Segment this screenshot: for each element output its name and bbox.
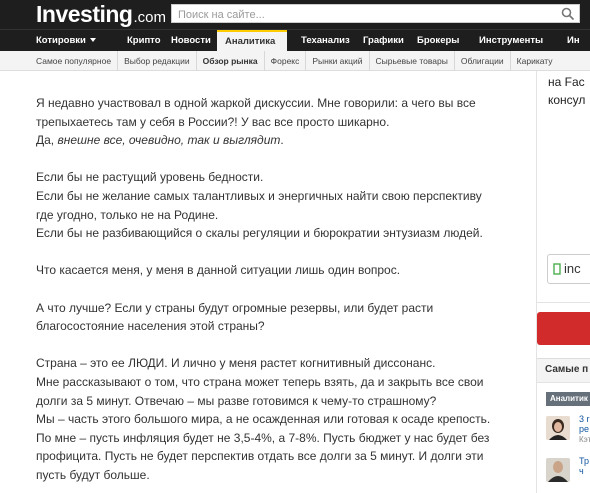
- nav-item-label: Крипто: [127, 35, 161, 46]
- sidebar-red-button[interactable]: [537, 312, 590, 345]
- nav-item-3[interactable]: Новости: [161, 30, 217, 52]
- nav-item-4[interactable]: Аналитика: [217, 30, 287, 52]
- sub-nav: Самое популярное Выбор редакции Обзор рынк…: [0, 51, 590, 71]
- item-author: Кэт: [579, 435, 590, 444]
- article-line: Страна – это ее ЛЮДИ. И лично у меня рас…: [36, 356, 436, 371]
- line-italic: внешне все, очевидно, так и выглядит: [57, 133, 281, 148]
- main-nav: Котировки Крипто Новости Аналитика Теханализ…: [0, 29, 590, 52]
- avatar: [546, 458, 570, 482]
- article-line: профицита. Пусть не будет перспектив отд…: [36, 449, 484, 464]
- article-line: А что лучше? Если у страны будут огромны…: [36, 300, 434, 315]
- nav-item-label: Котировки: [36, 35, 86, 46]
- subnav-item-3[interactable]: Обзор рынка: [197, 51, 265, 71]
- search-box: [171, 4, 580, 24]
- article-line: Если бы не разбивающийся о скалы регуляц…: [36, 226, 483, 241]
- nav-item-2[interactable]: Крипто: [113, 30, 161, 52]
- list-item[interactable]: Тр ч: [546, 456, 590, 486]
- subnav-item-4[interactable]: Форекс: [265, 51, 307, 71]
- article-line: Если бы не желание самых талантливых и э…: [36, 188, 482, 203]
- panel-header: Самые п: [537, 359, 590, 383]
- nav-item-1[interactable]: Котировки: [36, 30, 113, 52]
- subnav-item-2[interactable]: Выбор редакции: [118, 51, 197, 71]
- nav-item-7[interactable]: Брокеры: [405, 30, 469, 52]
- sidebar-teaser-line-2[interactable]: консул: [548, 93, 585, 107]
- nav-item-5[interactable]: Теханализ: [287, 30, 351, 52]
- article-paragraph: Я недавно участвовал в одной жаркой диск…: [36, 94, 526, 150]
- avatar: [546, 416, 570, 440]
- bookmark-icon: [553, 263, 561, 275]
- nav-item-6[interactable]: Графики: [351, 30, 405, 52]
- article-body: Я недавно участвовал в одной жаркой диск…: [36, 94, 526, 493]
- item-title-line-2: ре: [579, 424, 590, 434]
- nav-item-8[interactable]: Инструменты: [469, 30, 557, 52]
- article-line: Если бы не растущий уровень бедности.: [36, 170, 264, 185]
- item-title-line-2: ч: [579, 466, 584, 476]
- nav-item-label: Аналитика: [225, 36, 276, 47]
- subnav-item-5[interactable]: Рынки акций: [306, 51, 370, 71]
- subnav-item-7[interactable]: Облигации: [455, 51, 511, 71]
- nav-item-label: Графики: [363, 35, 404, 46]
- nav-item-label: Ин: [567, 35, 580, 46]
- logo-brand: Investing: [36, 1, 133, 27]
- top-header: Investing .com: [0, 0, 590, 29]
- right-sidebar: на Fac консул inc Самые п Аналитик 3 r р…: [536, 71, 590, 493]
- subnav-item-1[interactable]: Самое популярное: [30, 51, 119, 71]
- panel-tab-analytics[interactable]: Аналитик: [546, 392, 590, 406]
- nav-item-label: Новости: [171, 35, 211, 46]
- article-line: благосостояние населения этой страны?: [36, 319, 265, 334]
- article-line: пусть будут больше.: [36, 467, 150, 482]
- article-line: По мне – пусть инфляция будет не 3,5-4%,…: [36, 430, 490, 445]
- item-title-line-1: Тр: [579, 456, 589, 466]
- nav-item-label: Инструменты: [479, 35, 544, 46]
- article-line: Мне рассказывают о том, что страна может…: [36, 374, 484, 389]
- panel-title: Самые п: [545, 364, 589, 375]
- article-line: Мы – часть этого большого мира, а не оса…: [36, 412, 491, 427]
- article-line: Я недавно участвовал в одной жаркой диск…: [36, 96, 476, 110]
- logo-tld: .com: [133, 9, 166, 26]
- nav-item-9[interactable]: Ин: [557, 30, 590, 52]
- chevron-down-icon: [89, 38, 96, 42]
- article-paragraph: А что лучше? Если у страны будут огромны…: [36, 299, 526, 336]
- line-prefix: Да,: [36, 133, 58, 148]
- item-title-line-1: 3 r: [579, 414, 590, 424]
- search-icon[interactable]: [561, 7, 575, 21]
- article-line: где угодно, только не на Родине.: [36, 207, 219, 222]
- subnav-item-6[interactable]: Сырьевые товары: [370, 51, 455, 71]
- article-line: долги за 5 минут. Отвечаю – мы разве гот…: [36, 393, 437, 408]
- site-logo[interactable]: Investing .com: [36, 1, 166, 28]
- line-suffix: .: [280, 133, 284, 148]
- article-paragraph: Что касается меня, у меня в данной ситуа…: [36, 261, 526, 280]
- sidebar-widget[interactable]: inc: [547, 254, 590, 284]
- nav-item-label: Брокеры: [417, 35, 460, 46]
- article-line: трепыхаетесь там у себя в России?! У вас…: [36, 114, 390, 129]
- subnav-item-8[interactable]: Карикату: [511, 51, 559, 71]
- widget-label: inc: [564, 261, 581, 276]
- search-input[interactable]: [172, 6, 552, 24]
- article-paragraph: Страна – это ее ЛЮДИ. И лично у меня рас…: [36, 354, 526, 484]
- article-line: Да, внешне все, очевидно, так и выглядит…: [36, 131, 526, 150]
- sidebar-teaser-line-1[interactable]: на Fac: [548, 75, 585, 89]
- article-line: Что касается меня, у меня в данной ситуа…: [36, 263, 401, 278]
- nav-item-label: Теханализ: [301, 35, 350, 46]
- most-popular-panel: Самые п Аналитик 3 r ре Кэт Тр ч: [537, 358, 590, 493]
- list-item[interactable]: 3 r ре Кэт: [546, 414, 590, 444]
- article-paragraph: Если бы не растущий уровень бедности. Есл…: [36, 168, 526, 242]
- sidebar-divider: [537, 302, 590, 303]
